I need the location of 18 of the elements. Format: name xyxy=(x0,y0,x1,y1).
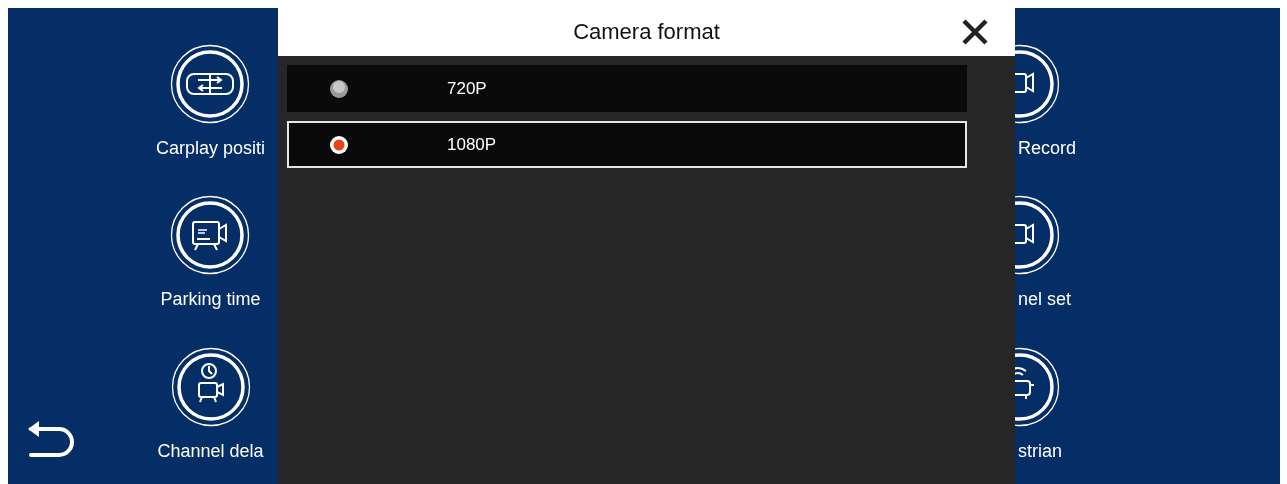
menu-label: Carplay positi xyxy=(155,138,265,159)
car-signal-icon[interactable] xyxy=(1015,346,1060,427)
menu-label: Channel dela xyxy=(157,440,264,462)
close-icon[interactable] xyxy=(961,18,989,46)
camera-time-icon[interactable] xyxy=(170,195,251,276)
menu-label: nel set xyxy=(1018,289,1072,311)
format-option[interactable]: 720P xyxy=(287,65,967,112)
dialog-title: Camera format xyxy=(573,19,720,45)
menu-label: strian xyxy=(1018,440,1062,462)
camera-icon[interactable] xyxy=(1015,44,1060,124)
menu-label: Parking time xyxy=(160,289,261,311)
radio-unselected-icon xyxy=(329,78,349,99)
radio-selected-icon xyxy=(329,134,349,155)
menu-label: Record xyxy=(1018,138,1077,159)
camera-icon[interactable] xyxy=(1015,195,1060,276)
format-option[interactable]: 1080P xyxy=(287,121,967,168)
clock-camera-icon[interactable] xyxy=(170,346,251,427)
swap-arrows-icon[interactable] xyxy=(170,44,251,124)
